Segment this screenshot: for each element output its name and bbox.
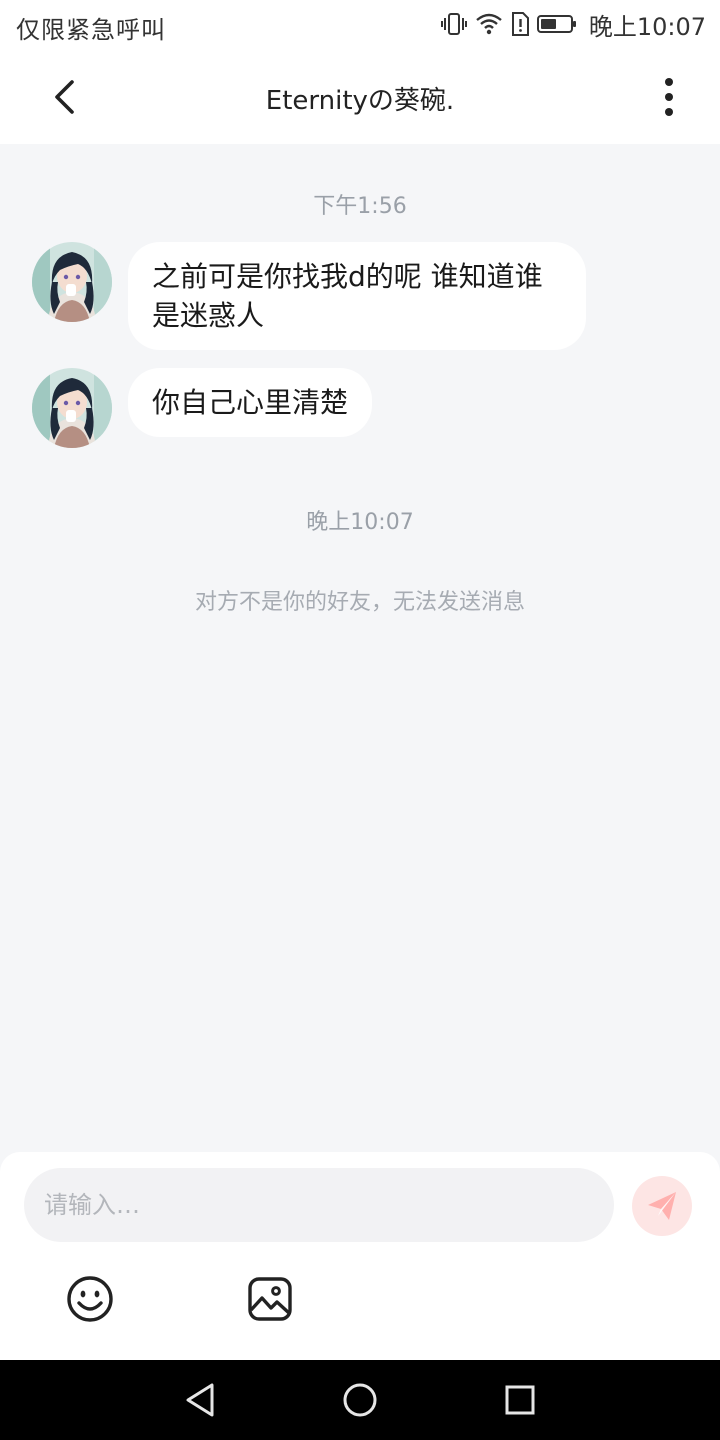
back-button[interactable]	[40, 72, 90, 122]
nav-back-button[interactable]	[180, 1380, 220, 1420]
paper-plane-icon	[648, 1192, 676, 1220]
status-carrier-text: 仅限紧急呼叫	[16, 16, 166, 44]
emoji-icon	[67, 1276, 113, 1322]
more-options-button[interactable]	[644, 72, 694, 122]
message-row: 你自己心里清楚	[32, 368, 373, 448]
wifi-icon	[475, 13, 503, 35]
avatar[interactable]	[32, 242, 112, 322]
avatar[interactable]	[32, 368, 112, 448]
image-button[interactable]	[245, 1274, 295, 1324]
battery-icon	[536, 14, 577, 34]
page-title: Eternityの葵碗.	[265, 86, 455, 116]
send-button[interactable]	[632, 1176, 692, 1236]
time-label: 下午1:56	[313, 194, 407, 219]
chat-screen: 仅限紧急呼叫 晚上10:07 Eternityの葵碗. 下午1:56 之前可是你…	[0, 0, 720, 1440]
emoji-button[interactable]	[65, 1274, 115, 1324]
status-time: 晚上10:07	[588, 12, 706, 41]
recents-square-icon	[505, 1385, 535, 1415]
image-icon	[248, 1277, 292, 1321]
message-row: 之前可是你找我d的呢 谁知道谁是迷惑人	[32, 242, 586, 350]
message-bubble[interactable]: 之前可是你找我d的呢 谁知道谁是迷惑人	[128, 242, 586, 350]
chevron-left-icon	[55, 80, 74, 114]
chat-header: Eternityの葵碗.	[0, 50, 720, 144]
message-bubble[interactable]: 你自己心里清楚	[128, 368, 373, 437]
message-list[interactable]: 下午1:56 之前可是你找我d的呢 谁知道谁是迷惑人 你自己心里清楚 晚上10:…	[0, 144, 720, 1152]
message-input[interactable]	[24, 1168, 614, 1242]
status-icons: 晚上10:07	[440, 8, 706, 41]
nav-home-button[interactable]	[340, 1380, 380, 1420]
nav-recents-button[interactable]	[500, 1380, 540, 1420]
system-notice: 对方不是你的好友，无法发送消息	[194, 590, 525, 615]
home-circle-icon	[343, 1383, 377, 1417]
vibrate-icon	[440, 12, 467, 36]
time-label: 晚上10:07	[306, 510, 414, 535]
sim-alert-icon	[511, 12, 529, 36]
input-panel	[0, 1152, 720, 1360]
status-bar: 仅限紧急呼叫 晚上10:07	[0, 0, 720, 50]
system-nav-bar	[0, 1360, 720, 1440]
back-triangle-icon	[186, 1383, 214, 1417]
more-vertical-icon	[665, 78, 673, 116]
